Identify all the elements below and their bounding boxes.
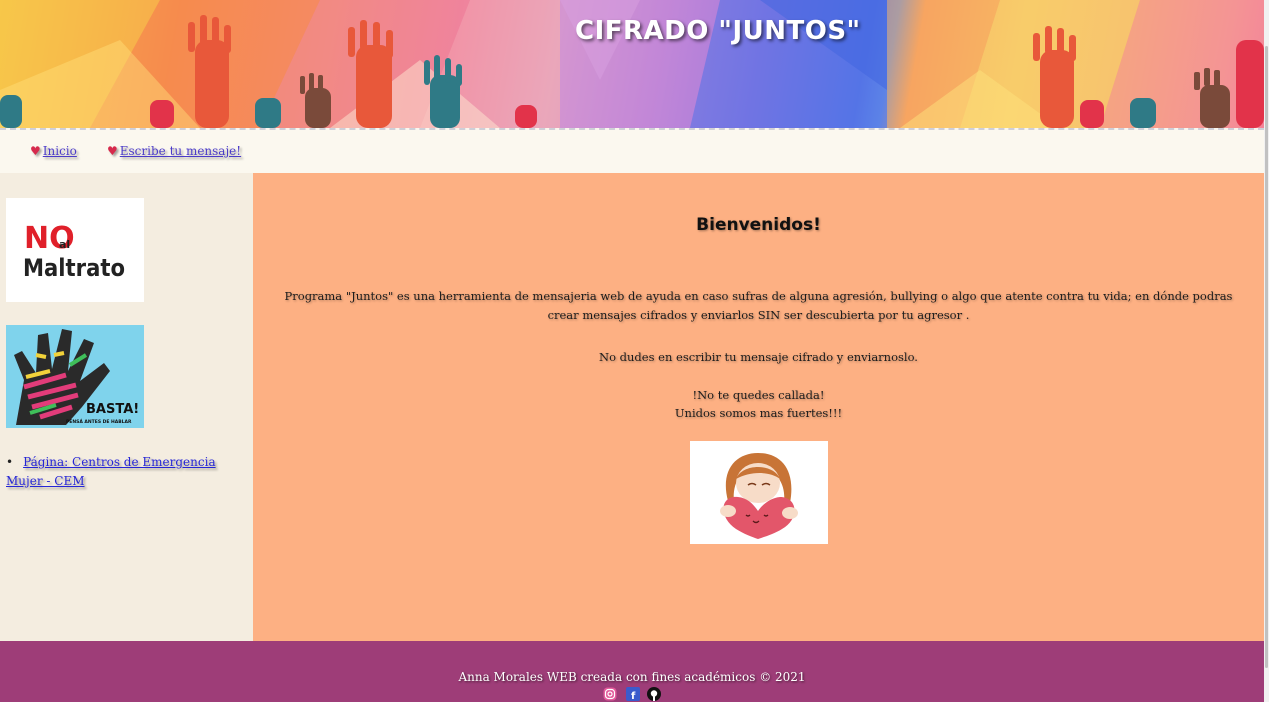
al-text: al — [59, 238, 70, 251]
basta-subtext: PENSÁ ANTES DE HABLAR — [66, 418, 132, 425]
callada-line: !No te quedes callada! — [692, 388, 825, 402]
heart-icon: ♥ — [107, 144, 118, 158]
instagram-icon[interactable] — [603, 687, 617, 701]
unidos-line: Unidos somos mas fuertes!!! — [674, 406, 843, 420]
github-icon[interactable] — [647, 687, 661, 701]
nav-link-inicio[interactable]: ♥ Inicio — [30, 144, 77, 158]
no-dudes-paragraph: No dudes en escribir tu mensaje cifrado … — [599, 350, 918, 364]
bullet-icon: • — [6, 455, 14, 469]
top-navigation: ♥ Inicio ♥ Escribe tu mensaje! — [0, 130, 1264, 173]
svg-text:f: f — [631, 691, 636, 701]
maltrato-text: Maltrato — [23, 254, 125, 282]
welcome-heading: Bienvenidos! — [696, 215, 821, 235]
basta-image: BASTA! PENSÁ ANTES DE HABLAR — [6, 325, 144, 428]
girl-hugging-heart-image — [690, 441, 828, 544]
no-al-maltrato-image: NO al Maltrato — [6, 198, 144, 302]
sidebar-list-item: • Página: Centros de Emergencia Mujer - C… — [6, 453, 236, 491]
scrollbar-thumb[interactable] — [1265, 46, 1268, 668]
basta-text: BASTA! — [86, 402, 139, 417]
nav-link-escribe-mensaje-label: Escribe tu mensaje! — [119, 144, 242, 158]
sidebar: NO al Maltrato BASTA! PENSÁ ANTES DE HAB… — [0, 173, 253, 641]
cem-page-link[interactable]: Página: Centros de Emergencia Mujer - CE… — [6, 455, 216, 488]
nav-link-escribe-mensaje[interactable]: ♥ Escribe tu mensaje! — [107, 144, 241, 158]
site-title: CIFRADO "JUNTOS" — [575, 16, 861, 46]
facebook-icon[interactable]: f — [626, 687, 640, 701]
header-banner: CIFRADO "JUNTOS" — [0, 0, 1264, 128]
footer: Anna Morales WEB creada con fines académ… — [0, 641, 1264, 702]
main-content: Bienvenidos! Programa "Juntos" es una he… — [253, 173, 1264, 641]
intro-paragraph: Programa "Juntos" es una herramienta de … — [284, 289, 1233, 322]
page-scrollbar[interactable] — [1264, 0, 1269, 702]
nav-link-inicio-label: Inicio — [42, 144, 77, 158]
heart-icon: ♥ — [30, 144, 41, 158]
footer-credits: Anna Morales WEB creada con fines académ… — [458, 670, 806, 684]
